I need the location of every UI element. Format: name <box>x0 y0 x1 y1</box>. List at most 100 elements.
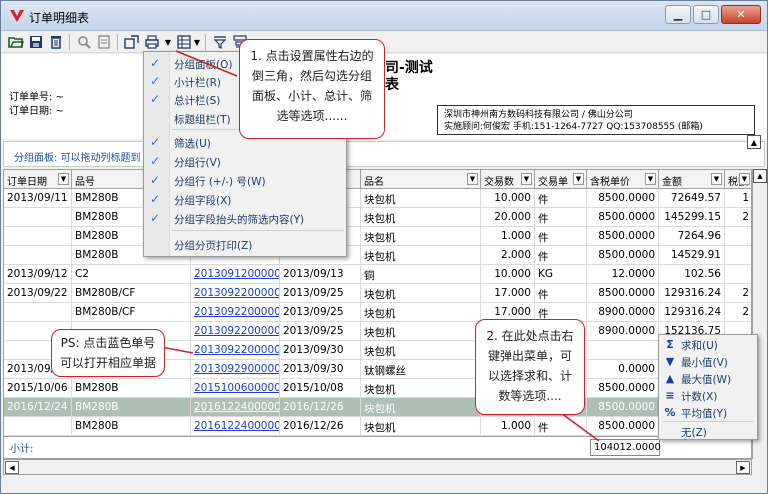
column-filter-dropdown-icon[interactable]: ▼ <box>711 173 722 185</box>
order-date-label: 订单日期: ~ <box>9 106 64 117</box>
context-menu-item[interactable]: 无(Z) <box>659 423 757 440</box>
order-number-link[interactable]: 20130922000002 <box>191 303 280 322</box>
table-row[interactable]: BM280B/CF 20130922000002 2013/09/25 块包机 17.0… <box>4 303 751 322</box>
report-scroll-up-icon[interactable]: ▲ <box>747 135 761 149</box>
scroll-up-arrow-icon[interactable]: ▲ <box>753 169 767 183</box>
menu-item[interactable]: ✓ 分组字段抬头的筛选内容(Y) <box>144 209 346 227</box>
column-header-label: 品名 <box>364 177 384 188</box>
maximize-button[interactable]: □ <box>693 5 719 24</box>
preview-icon[interactable] <box>95 33 113 51</box>
column-header[interactable]: 税额 ▼ <box>725 170 751 189</box>
callout-link-tip: PS: 点击蓝色单号可以打开相应单据 <box>51 329 165 377</box>
search-icon[interactable] <box>75 33 93 51</box>
menu-item-label: 分组分页打印(Z) <box>174 240 253 252</box>
print-icon[interactable] <box>143 33 161 51</box>
table-cell: 2013/09/25 <box>280 284 361 303</box>
column-header[interactable]: 金额 ▼ <box>659 170 725 189</box>
average-icon: % <box>664 406 676 419</box>
menu-item-label: 分组字段抬头的筛选内容(Y) <box>174 214 305 226</box>
menu-item[interactable]: 分组分页打印(Z) <box>144 235 346 253</box>
column-filter-dropdown-icon[interactable]: ▼ <box>645 173 656 185</box>
table-row[interactable]: BM280B 块包机 20.000 件 8500.0000 145299.15 2 <box>4 208 751 227</box>
table-row[interactable]: 2013/09/11 BM280B 块包机 10.000 件 8500.0000 72649… <box>4 189 751 208</box>
delete-icon[interactable] <box>47 33 65 51</box>
menu-item[interactable]: ✓ 分组字段(X) <box>144 190 346 208</box>
column-filter-dropdown-icon[interactable]: ▼ <box>573 173 584 185</box>
settings-dropdown-arrow-icon[interactable]: ▼ <box>164 33 172 51</box>
close-button[interactable]: ✕ <box>721 5 761 24</box>
column-header-label: 交易数 <box>484 177 514 188</box>
column-header[interactable]: 交易单 ▼ <box>535 170 587 189</box>
column-header[interactable]: 订单日期 ▼ <box>4 170 72 189</box>
table-cell: 8900.0000 <box>587 322 659 341</box>
column-filter-dropdown-icon[interactable]: ▼ <box>521 173 532 185</box>
window-controls: ▁ □ ✕ <box>665 5 761 24</box>
table-cell: 2013/09/22 <box>4 284 72 303</box>
context-menu-item-label: 计数(X) <box>681 391 718 403</box>
table-cell: 129316.24 <box>659 284 725 303</box>
order-number-link[interactable]: 20130912000001 <box>191 265 280 284</box>
column-filter-dropdown-icon[interactable]: ▼ <box>58 173 69 185</box>
column-filter-dropdown-icon[interactable]: ▼ <box>467 173 478 185</box>
minimize-button[interactable]: ▁ <box>665 5 691 24</box>
subtotal-amount[interactable]: 104012.0000 <box>590 439 661 456</box>
context-menu-item-label: 无(Z) <box>681 427 707 439</box>
table-cell: 铜 <box>361 265 481 284</box>
save-icon[interactable] <box>27 33 45 51</box>
context-menu-item[interactable]: ≡ 计数(X) <box>659 387 757 404</box>
table-cell: 块包机 <box>361 322 481 341</box>
context-menu-item[interactable]: ▼ 最小值(V) <box>659 353 757 370</box>
menu-item-label: 筛选(U) <box>174 138 211 150</box>
toolbar-separator <box>69 34 70 50</box>
table-cell: 2016/12/24 <box>4 398 72 417</box>
sum-icon: Σ <box>666 338 674 351</box>
open-icon[interactable] <box>7 33 25 51</box>
order-number-link[interactable]: 20130929000001 <box>191 360 280 379</box>
table-row[interactable]: BM280B 块包机 2.000 件 8500.0000 14529.91 <box>4 246 751 265</box>
grid-settings-icon[interactable] <box>175 33 193 51</box>
grid-header: 订单日期▼品号▼品名▼交易数▼交易单▼含税单价▼金额▼税额▼ <box>4 170 751 189</box>
table-cell: 件 <box>535 417 587 436</box>
filter-icon[interactable] <box>211 33 229 51</box>
order-number-link[interactable]: 20151006000001 <box>191 379 280 398</box>
table-cell <box>4 208 72 227</box>
subtotal-label: 小计: <box>10 444 34 455</box>
table-cell: 件 <box>535 189 587 208</box>
table-cell: 8500.0000 <box>587 379 659 398</box>
scroll-left-arrow-icon[interactable]: ◀ <box>5 461 19 474</box>
column-header[interactable]: 交易数 ▼ <box>481 170 535 189</box>
table-row[interactable]: 2013/09/22 BM280B/CF 20130922000001 2013/09… <box>4 284 751 303</box>
horizontal-scrollbar[interactable]: ◀ ▶ <box>3 459 752 475</box>
group-panel[interactable]: 分组面板: 可以拖动列标题到 <box>3 141 765 167</box>
table-cell: 2016/12/26 <box>280 417 361 436</box>
menu-item[interactable]: ✓ 分组行 (+/-) 号(W) <box>144 171 346 189</box>
column-header[interactable]: 含税单价 ▼ <box>587 170 659 189</box>
context-menu-item[interactable]: % 平均值(Y) <box>659 404 757 421</box>
table-row[interactable]: BM280B 20161224000001 2016/12/26 块包机 1.000 件 8… <box>4 417 751 436</box>
menu-item[interactable]: ✓ 分组行(V) <box>144 152 346 170</box>
table-cell <box>4 227 72 246</box>
table-cell: 2013/09/25 <box>280 303 361 322</box>
table-row[interactable]: 2015/10/06 BM280B 20151006000001 2015/10/08… <box>4 379 751 398</box>
order-number-link[interactable]: 20130922000004 <box>191 341 280 360</box>
export-icon[interactable] <box>123 33 141 51</box>
order-number-link[interactable]: 20161224000001 <box>191 398 280 417</box>
menu-item-label: 总计栏(S) <box>174 95 221 107</box>
table-cell: 件 <box>535 208 587 227</box>
table-row[interactable]: 2013/09/12 C2 20130912000001 2013/09/13 铜 10.… <box>4 265 751 284</box>
checkmark-icon: ✓ <box>150 211 161 225</box>
context-menu-item[interactable]: ▲ 最大值(W) <box>659 370 757 387</box>
table-row[interactable]: 2016/12/24 BM280B 20161224000001 2016/12/26… <box>4 398 751 417</box>
order-number-link[interactable]: 20130922000003 <box>191 322 280 341</box>
checkmark-icon: ✓ <box>150 192 161 206</box>
scroll-right-arrow-icon[interactable]: ▶ <box>736 461 750 474</box>
grid-dropdown-arrow-icon[interactable]: ▼ <box>193 33 201 51</box>
context-menu-item[interactable]: Σ 求和(U) <box>659 336 757 353</box>
table-cell: 2015/10/08 <box>280 379 361 398</box>
column-header[interactable]: 品名 ▼ <box>361 170 481 189</box>
column-header-label: 交易单 <box>538 177 568 188</box>
column-filter-dropdown-icon[interactable]: ▼ <box>739 173 750 185</box>
table-row[interactable]: BM280B 块包机 1.000 件 8500.0000 7264.96 <box>4 227 751 246</box>
order-number-link[interactable]: 20161224000001 <box>191 417 280 436</box>
order-number-link[interactable]: 20130922000001 <box>191 284 280 303</box>
